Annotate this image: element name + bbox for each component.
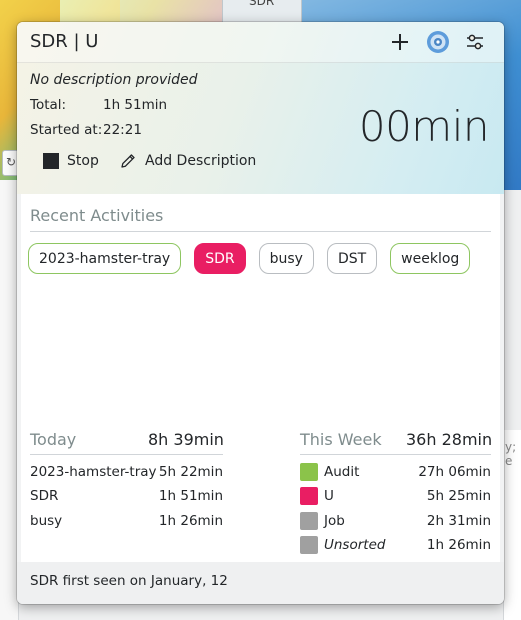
current-activity-header: SDR | U No description provided Total: 1… [17, 22, 504, 194]
today-row-value: 1h 51min [158, 488, 223, 504]
footer-bar: SDR first seen on January, 12 [17, 562, 504, 604]
today-row-name: 2023-hamster-tray [30, 464, 157, 480]
background-tab-label: SDR [249, 0, 275, 8]
today-row-name: SDR [30, 488, 59, 504]
settings-button[interactable] [463, 30, 487, 54]
activity-chip[interactable]: 2023-hamster-tray [28, 243, 182, 274]
divider [300, 454, 491, 455]
total-value: 1h 51min [103, 97, 168, 113]
category-color-swatch [300, 536, 318, 554]
popup-title: SDR | U [30, 31, 99, 52]
recent-activities-list: 2023-hamster-tray SDR busy DST weeklog [28, 243, 471, 274]
hamster-app-icon [427, 31, 449, 53]
week-row-name: Job [324, 513, 345, 529]
plus-icon [392, 34, 408, 50]
today-total: 8h 39min [148, 430, 224, 449]
today-row-value: 1h 26min [158, 513, 223, 529]
elapsed-time: 00min [358, 102, 490, 151]
recent-activities-title: Recent Activities [30, 206, 164, 225]
week-row-name: Unsorted [324, 537, 386, 553]
stop-label: Stop [67, 153, 99, 169]
first-seen-text: SDR first seen on January, 12 [30, 573, 228, 589]
week-row-value: 1h 26min [426, 537, 491, 553]
week-row-value: 5h 25min [426, 488, 491, 504]
pencil-icon [121, 154, 135, 168]
week-total: 36h 28min [406, 430, 493, 449]
background-window-tab: SDR [222, 0, 302, 23]
activity-description: No description provided [30, 72, 198, 88]
started-value: 22:21 [103, 122, 142, 138]
title-bar: SDR | U [17, 22, 504, 63]
activity-chip[interactable]: weeklog [390, 243, 471, 274]
stop-button[interactable]: Stop [43, 150, 99, 172]
activity-chip-selected[interactable]: SDR [194, 243, 246, 274]
open-hamster-button[interactable] [426, 30, 450, 54]
category-color-swatch [300, 487, 318, 505]
week-title: This Week [300, 430, 382, 449]
today-title: Today [30, 430, 77, 449]
week-row-name: U [324, 488, 334, 504]
divider [30, 231, 491, 232]
today-row-name: busy [30, 513, 63, 529]
divider [30, 454, 223, 455]
settings-sliders-icon [467, 34, 483, 50]
activity-chip[interactable]: DST [326, 243, 378, 274]
week-row-value: 27h 06min [418, 464, 491, 480]
today-row-value: 5h 22min [158, 464, 223, 480]
background-right-text: y; e [505, 440, 517, 468]
category-color-swatch [300, 512, 318, 530]
activity-chip[interactable]: busy [258, 243, 314, 274]
week-row-name: Audit [324, 464, 360, 480]
stop-icon [43, 153, 59, 169]
add-description-button[interactable]: Add Description [119, 150, 256, 172]
hamster-popup: SDR | U No description provided Total: 1… [17, 22, 504, 604]
total-label: Total: [30, 97, 67, 113]
add-activity-button[interactable] [388, 30, 412, 54]
activities-panel: Recent Activities 2023-hamster-tray SDR … [21, 194, 500, 562]
started-label: Started at: [30, 122, 103, 138]
category-color-swatch [300, 463, 318, 481]
week-row-value: 2h 31min [426, 513, 491, 529]
add-description-label: Add Description [145, 153, 257, 169]
